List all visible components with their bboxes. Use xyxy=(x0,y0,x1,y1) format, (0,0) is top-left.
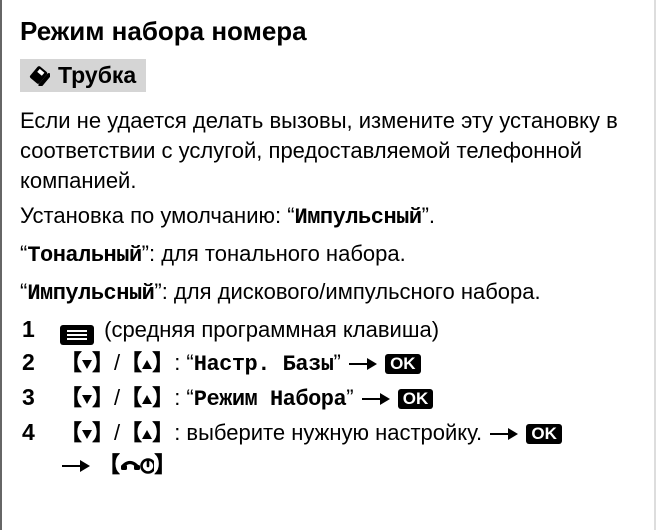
up-key: 【】 xyxy=(120,350,174,375)
description-text: Если не удается делать вызовы, измените … xyxy=(20,106,634,195)
up-arrow-icon xyxy=(142,360,152,369)
subheader-bar: Трубка xyxy=(20,59,146,92)
tone-label: Тональный xyxy=(27,243,141,268)
menu-label: Настр. Базы xyxy=(194,352,334,377)
pulse-desc: : для дискового/импульсного набора. xyxy=(162,279,541,304)
step-number: 3 xyxy=(22,382,42,413)
step-text: (средняя программная клавиша) xyxy=(104,317,439,342)
step-2: 2 【】/【】: “Настр. Базы” OK xyxy=(22,347,640,381)
step-4: 4 【】/【】: выберите нужную настройку. OK 【… xyxy=(22,417,640,481)
step-text: выберите нужную настройку. xyxy=(186,420,482,445)
steps-list: 1 (средняя программная клавиша) 2 【】/【】:… xyxy=(20,314,640,480)
down-arrow-icon xyxy=(82,360,92,369)
step-1: 1 (средняя программная клавиша) xyxy=(22,314,640,346)
handset-icon xyxy=(26,65,52,87)
menu-label: Режим Набора xyxy=(194,387,346,412)
down-key: 【】 xyxy=(60,385,114,410)
default-value: Импульсный xyxy=(295,205,422,230)
step-3: 3 【】/【】: “Режим Набора” OK xyxy=(22,382,640,416)
tone-mode-line: “Тональный”: для тонального набора. xyxy=(20,239,634,271)
down-arrow-icon xyxy=(82,430,92,439)
arrow-right-icon xyxy=(490,427,518,441)
hangup-icon xyxy=(120,456,154,476)
step-number: 1 xyxy=(22,314,42,345)
pulse-mode-line: “Импульсный”: для дискового/импульсного … xyxy=(20,277,634,309)
default-setting-line: Установка по умолчанию: “Импульсный”. xyxy=(20,201,634,233)
down-arrow-icon xyxy=(82,395,92,404)
default-suffix: ”. xyxy=(422,203,435,228)
down-key: 【】 xyxy=(60,350,114,375)
section-title: Режим набора номера xyxy=(20,14,640,49)
up-arrow-icon xyxy=(142,395,152,404)
up-key: 【】 xyxy=(120,385,174,410)
arrow-right-icon xyxy=(62,459,90,473)
ok-badge: OK xyxy=(385,354,421,374)
pulse-label: Импульсный xyxy=(27,281,154,306)
subheader-label: Трубка xyxy=(58,60,136,91)
arrow-right-icon xyxy=(362,392,390,406)
up-key: 【】 xyxy=(120,420,174,445)
ok-badge: OK xyxy=(398,389,434,409)
ok-badge: OK xyxy=(526,424,562,444)
down-key: 【】 xyxy=(60,420,114,445)
up-arrow-icon xyxy=(142,430,152,439)
menu-key-icon xyxy=(60,325,94,345)
hangup-key: 【】 xyxy=(98,452,176,477)
step-number: 2 xyxy=(22,347,42,378)
step-number: 4 xyxy=(22,417,42,448)
tone-desc: : для тонального набора. xyxy=(149,241,406,266)
default-prefix: Установка по умолчанию: “ xyxy=(20,203,295,228)
arrow-right-icon xyxy=(349,357,377,371)
